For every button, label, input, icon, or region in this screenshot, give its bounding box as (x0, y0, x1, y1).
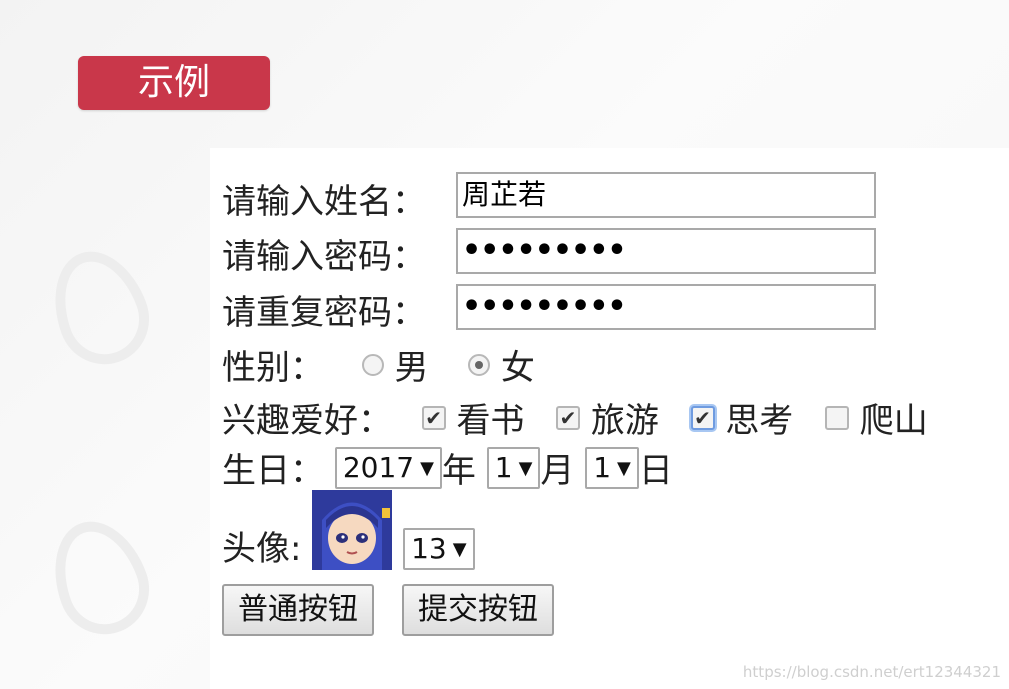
gender-row: 性别： 男 女 (222, 340, 535, 389)
dropdown-arrow-icon: ▼ (420, 457, 434, 479)
source-credit: https://blog.csdn.net/ert12344321 (742, 663, 1001, 681)
gender-radio-male[interactable] (361, 353, 384, 376)
example-badge: 示例 (78, 56, 270, 110)
hobby-checkbox-travel[interactable]: ✔ (556, 405, 581, 430)
birthday-row: 生日： 2017 ▼ 年 1 ▼ 月 1 ▼ 日 (222, 443, 673, 492)
birth-day-value: 1 (593, 450, 612, 484)
hobby-checkbox-reading[interactable]: ✔ (421, 405, 446, 430)
hobby-checkbox-climbing[interactable] (824, 405, 849, 430)
gender-female-label: 女 (500, 348, 535, 388)
avatar-selected-value: 13 (411, 532, 447, 565)
avatar-portrait-icon (312, 490, 393, 570)
dropdown-arrow-icon: ▼ (452, 539, 467, 560)
birth-year-select[interactable]: 2017 ▼ (334, 446, 442, 489)
birth-month-value: 1 (494, 450, 513, 484)
hobby-thinking-label: 思考 (725, 401, 794, 441)
password-value: ••••••••• (462, 233, 627, 268)
password-row: 请输入密码： (222, 229, 426, 278)
confirm-password-row: 请重复密码： (222, 285, 426, 334)
hobbies-label: 兴趣爱好： (222, 401, 392, 441)
birthday-label: 生日： (222, 451, 324, 491)
day-unit: 日 (638, 451, 673, 491)
avatar-label: 头像: (222, 529, 302, 569)
hobby-checkbox-thinking[interactable]: ✔ (690, 405, 715, 430)
submit-button[interactable]: 提交按钮 (402, 584, 554, 636)
avatar-image (312, 490, 393, 570)
gender-male-label: 男 (394, 348, 429, 388)
month-unit: 月 (540, 451, 575, 491)
gender-radio-female[interactable] (468, 353, 491, 376)
name-row: 请输入姓名： (222, 174, 426, 223)
password-input[interactable]: ••••••••• (456, 228, 876, 274)
dropdown-arrow-icon: ▼ (518, 457, 533, 479)
gender-label: 性别： (222, 348, 324, 388)
hobbies-row: 兴趣爱好： ✔ 看书 ✔ 旅游 ✔ 思考 爬山 (222, 393, 928, 442)
confirm-password-input[interactable]: ••••••••• (456, 284, 876, 330)
normal-button[interactable]: 普通按钮 (222, 584, 374, 636)
year-unit: 年 (441, 451, 476, 491)
name-label: 请输入姓名： (222, 182, 426, 222)
hobby-reading-label: 看书 (456, 401, 525, 441)
hobby-climbing-label: 爬山 (859, 401, 928, 441)
dropdown-arrow-icon: ▼ (617, 457, 631, 479)
name-input[interactable]: 周芷若 (456, 172, 876, 218)
password-label: 请输入密码： (222, 237, 426, 277)
avatar-select[interactable]: 13 ▼ (403, 528, 475, 570)
name-value: 周芷若 (462, 178, 547, 211)
birth-year-value: 2017 (342, 450, 415, 484)
confirm-password-value: ••••••••• (462, 289, 627, 324)
birth-day-select[interactable]: 1 ▼ (585, 446, 639, 489)
avatar-row: 头像: 13 ▼ (222, 490, 475, 570)
confirm-password-label: 请重复密码： (222, 293, 426, 333)
birth-month-select[interactable]: 1 ▼ (486, 446, 541, 489)
hobby-travel-label: 旅游 (590, 401, 659, 441)
